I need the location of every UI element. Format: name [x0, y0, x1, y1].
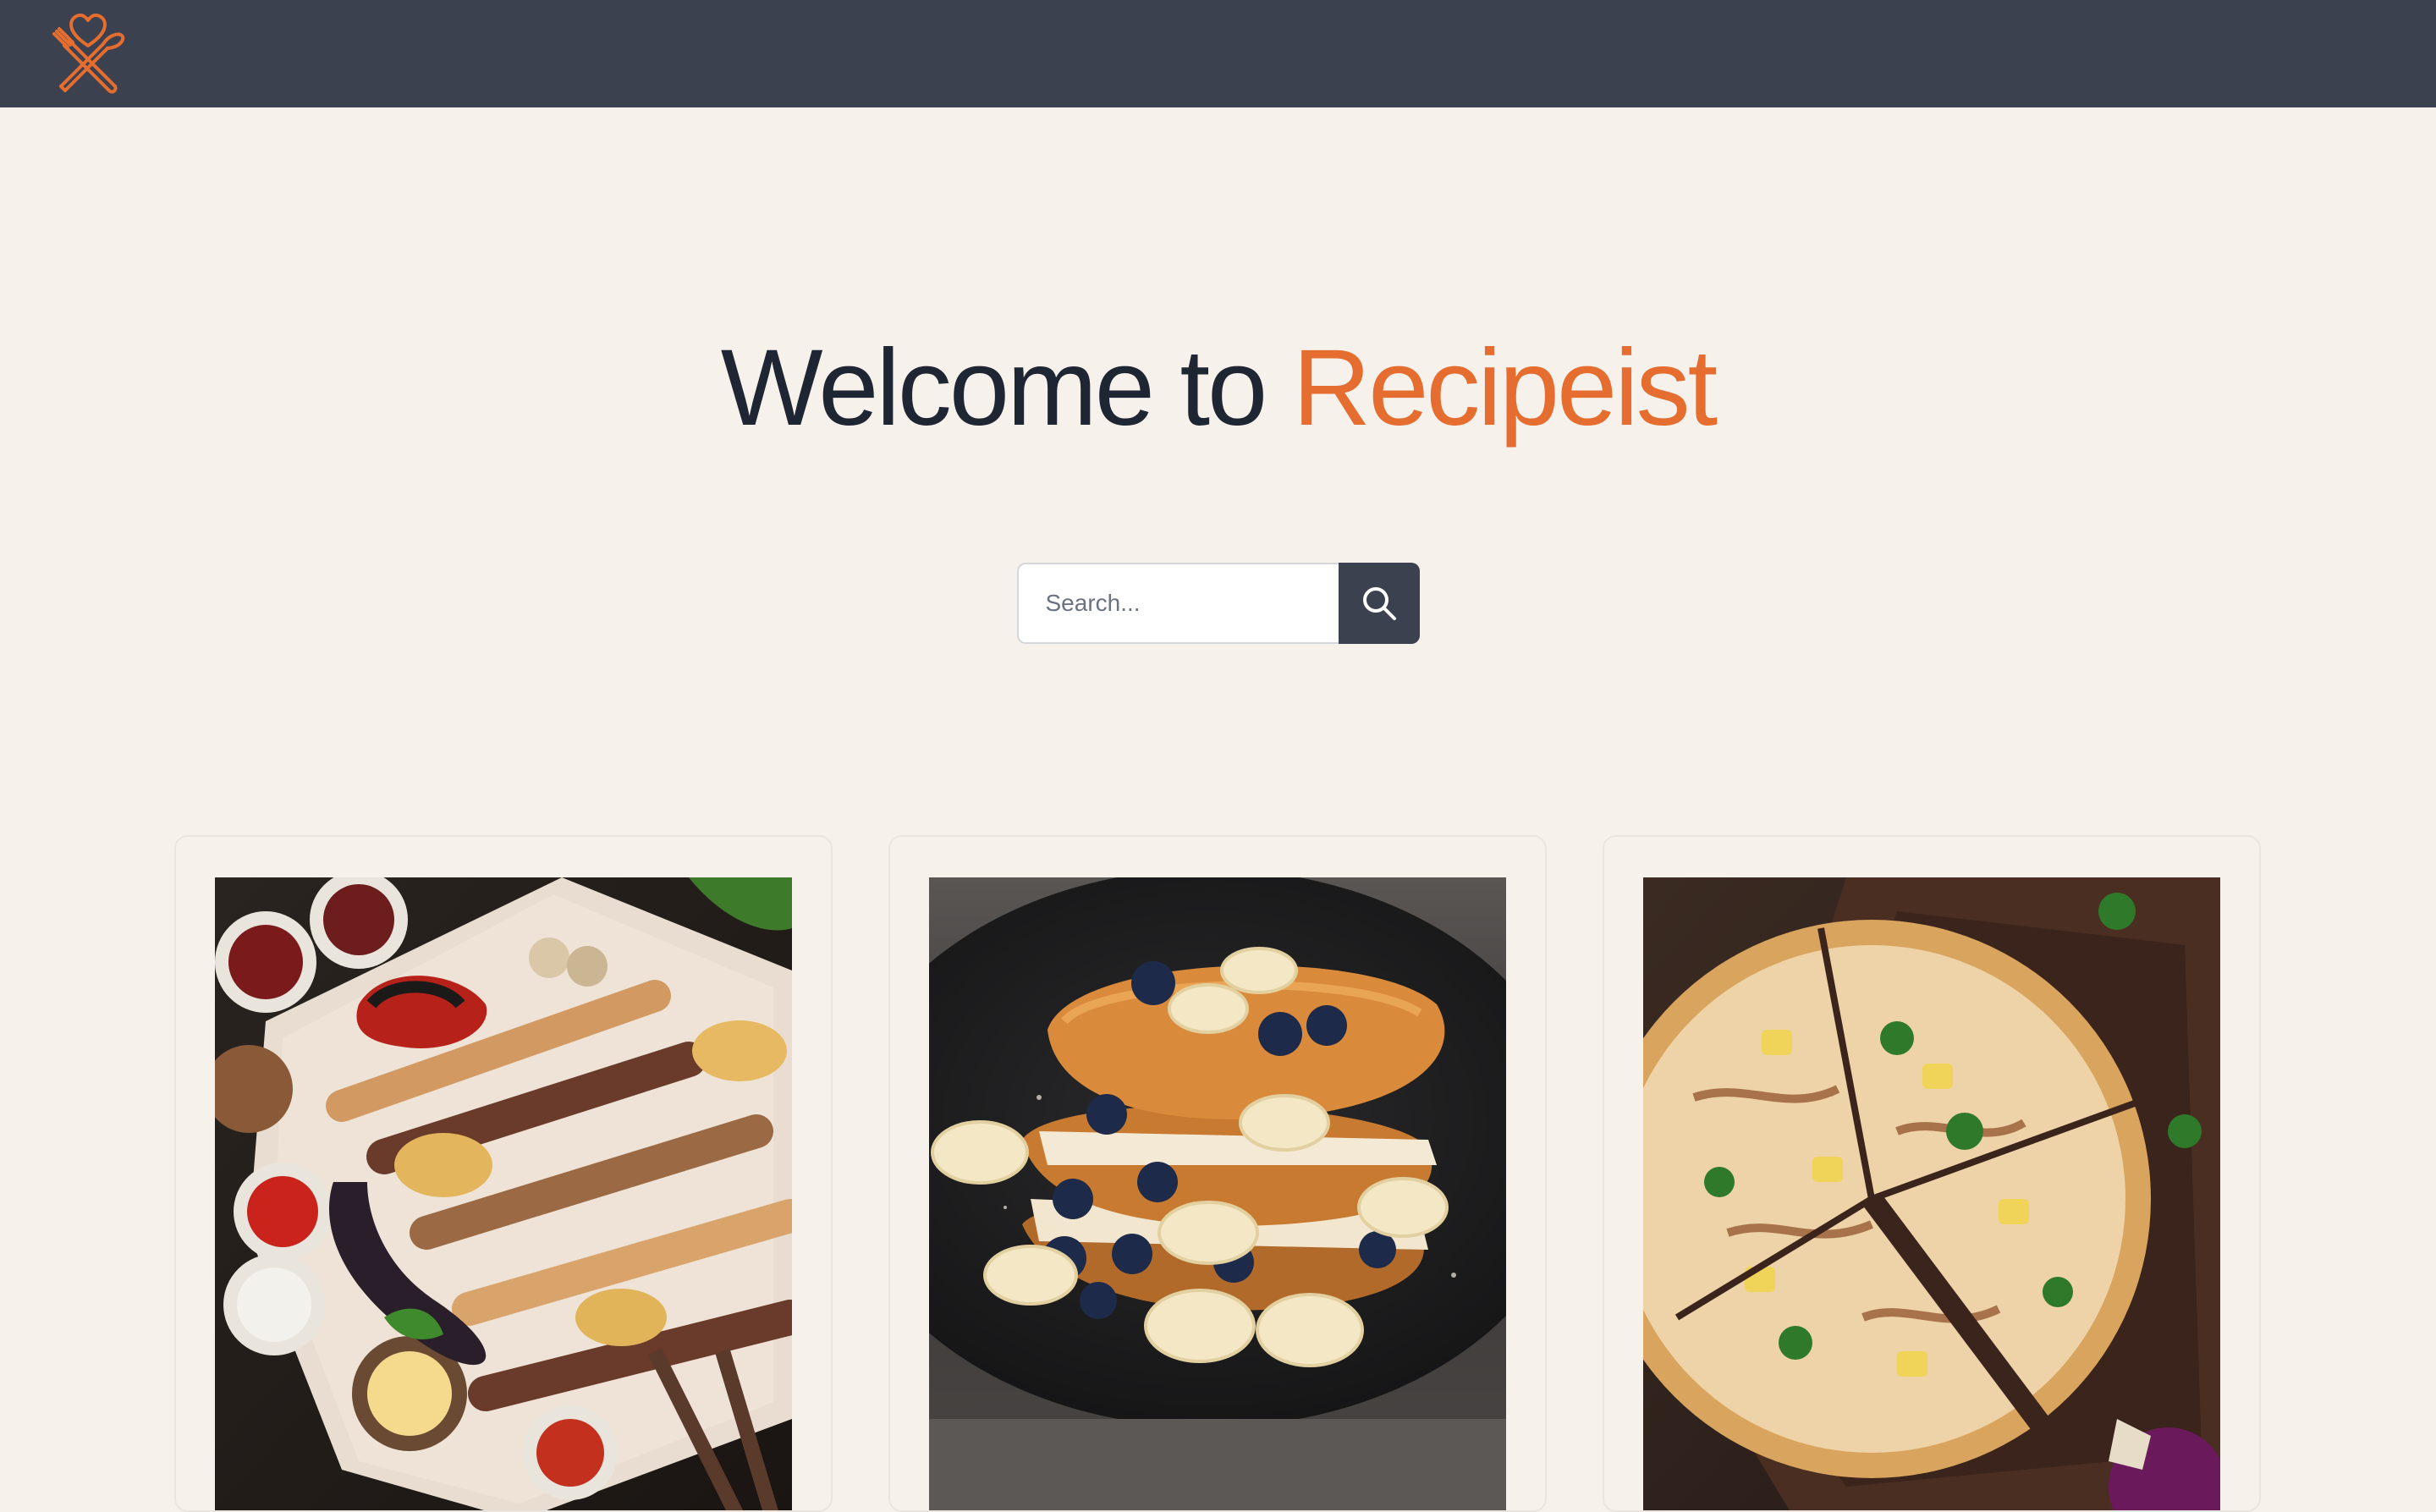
recipe-card[interactable]: [888, 835, 1547, 1512]
recipe-card[interactable]: [1603, 835, 2261, 1512]
recipe-card[interactable]: [174, 835, 833, 1512]
heart-fork-knife-logo-icon: [52, 13, 125, 93]
recipe-cards: [0, 835, 2436, 1512]
home-logo-link[interactable]: [44, 10, 132, 98]
recipe-image[interactable]: [929, 877, 1506, 1510]
navbar: [0, 0, 2436, 107]
grilled-skewers-image: [215, 877, 792, 1510]
search-button[interactable]: [1338, 563, 1420, 644]
page-title: Welcome to Recipeist: [0, 107, 2436, 448]
recipe-image[interactable]: [215, 877, 792, 1510]
pizza-image: [1643, 877, 2220, 1510]
recipe-image[interactable]: [1643, 877, 2220, 1510]
search-input[interactable]: [1016, 563, 1339, 644]
title-prefix: Welcome to: [720, 327, 1293, 448]
search-icon: [1362, 587, 1396, 620]
search-bar: [1016, 563, 1420, 644]
brand-name: Recipeist: [1292, 327, 1718, 448]
french-toast-image: [929, 877, 1506, 1510]
hero-section: Welcome to Recipeist: [0, 107, 2436, 644]
